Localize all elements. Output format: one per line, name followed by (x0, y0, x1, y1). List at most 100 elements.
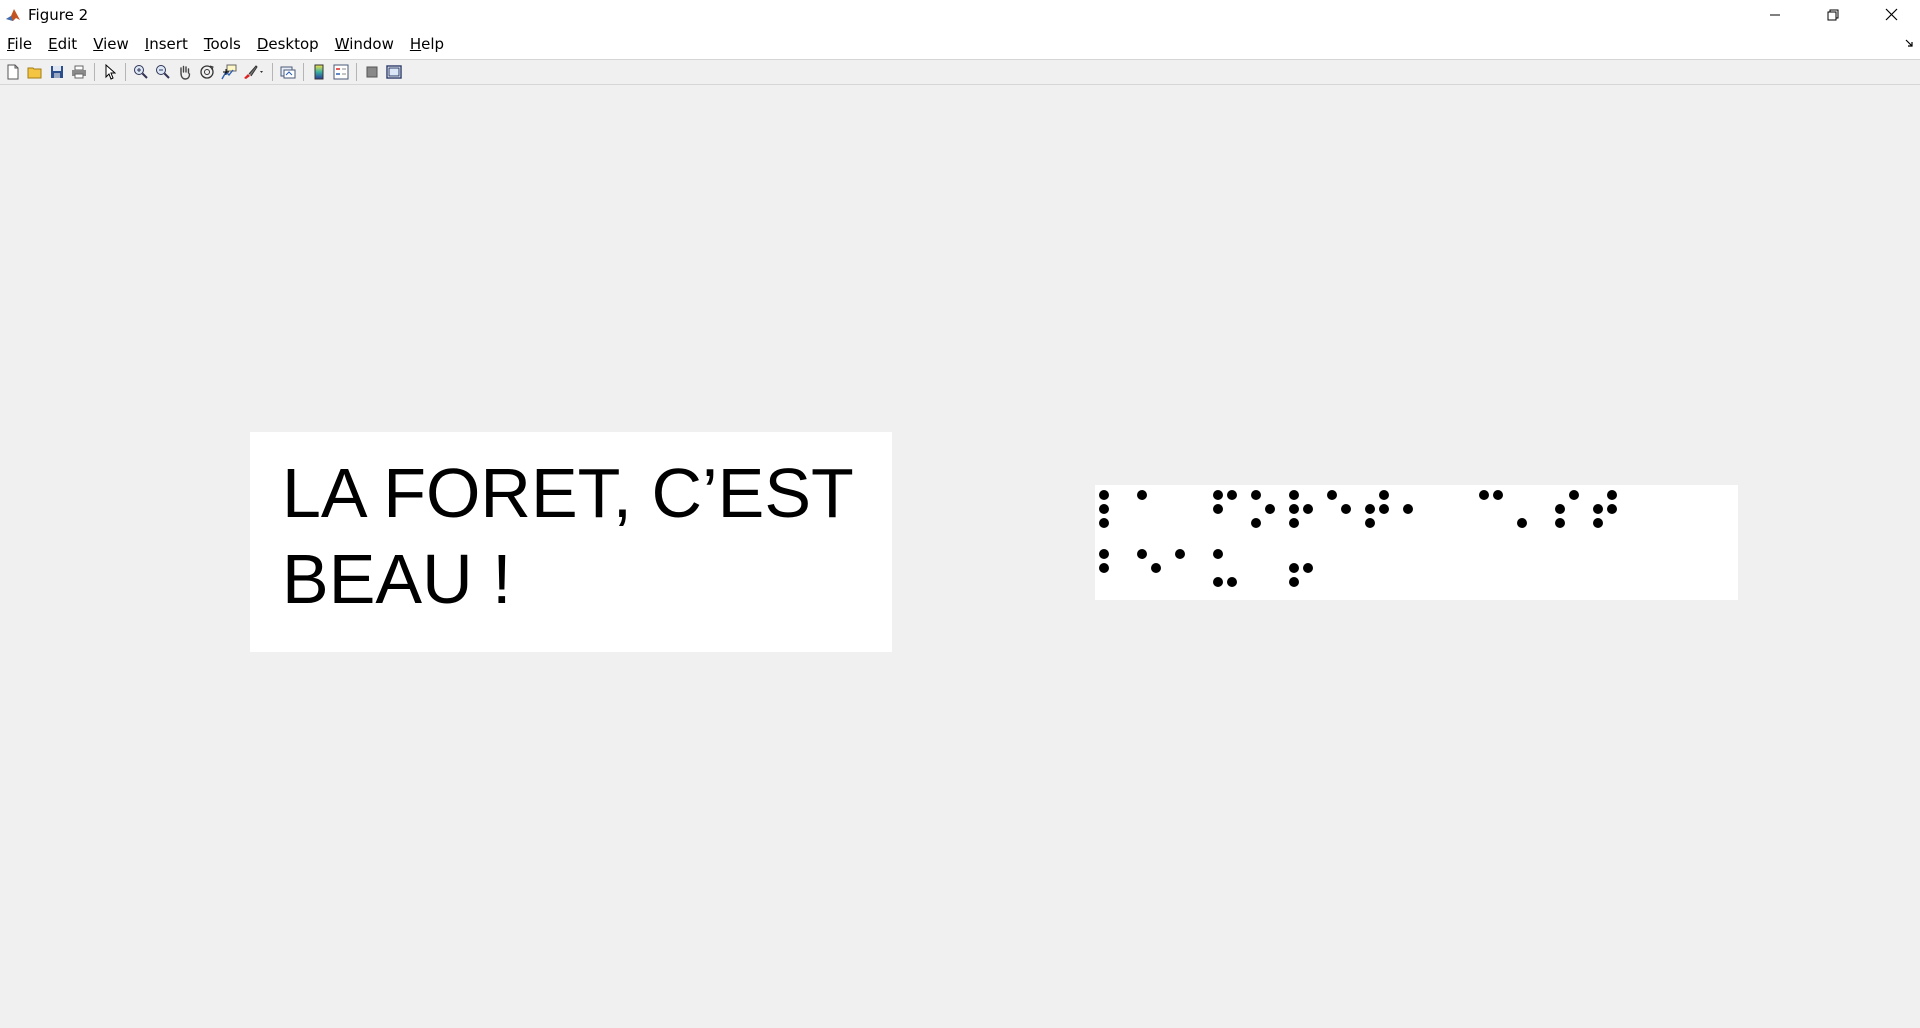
legend-icon (333, 64, 349, 80)
show-plot-tools-icon (386, 65, 402, 79)
braille-dot (1137, 549, 1147, 559)
zoom-in-button[interactable] (130, 61, 152, 83)
menu-window[interactable]: Window (327, 35, 402, 53)
menu-bar: File Edit View Insert Tools Desktop Wind… (0, 29, 1920, 59)
link-plot-button[interactable] (277, 61, 299, 83)
menu-edit[interactable]: Edit (40, 35, 85, 53)
menu-view[interactable]: View (85, 35, 137, 53)
toolbar-separator (125, 63, 126, 81)
braille-dot (1607, 504, 1617, 514)
minimize-icon (1770, 14, 1780, 15)
menu-insert[interactable]: Insert (137, 35, 196, 53)
zoom-in-icon (134, 65, 148, 79)
pan-icon (180, 65, 191, 80)
braille-dot (1289, 490, 1299, 500)
braille-dot (1341, 504, 1351, 514)
braille-dot (1593, 518, 1603, 528)
close-button[interactable] (1862, 0, 1920, 29)
data-cursor-icon (221, 64, 237, 80)
text-line-1: LA FORET, C’EST (282, 454, 854, 532)
braille-dot (1265, 504, 1275, 514)
menu-tools[interactable]: Tools (196, 35, 249, 53)
print-button[interactable] (68, 61, 90, 83)
close-icon (1885, 8, 1897, 21)
save-icon (51, 66, 63, 78)
braille-dot (1379, 490, 1389, 500)
braille-dot (1569, 490, 1579, 500)
toolbar-separator (303, 63, 304, 81)
figure-canvas: LA FORET, C’EST BEAU ! (0, 86, 1920, 1028)
matlab-logo-icon (5, 6, 21, 23)
braille-dot (1365, 504, 1375, 514)
restore-icon (1827, 9, 1839, 20)
braille-dot (1251, 518, 1261, 528)
window-controls (1746, 0, 1920, 29)
braille-dot (1099, 518, 1109, 528)
braille-dot (1327, 490, 1337, 500)
braille-dot (1555, 504, 1565, 514)
braille-dot (1213, 490, 1223, 500)
zoom-out-button[interactable] (152, 61, 174, 83)
link-plot-icon (280, 66, 296, 79)
text-line-2: BEAU ! (282, 540, 512, 618)
braille-image-panel (1095, 485, 1738, 600)
braille-dot (1227, 577, 1237, 587)
dock-arrow-icon[interactable] (1904, 38, 1914, 48)
braille-dot (1479, 490, 1489, 500)
braille-dot (1099, 549, 1109, 559)
braille-dot (1289, 518, 1299, 528)
braille-dot (1607, 490, 1617, 500)
braille-dots (1099, 490, 1617, 587)
rotate-3d-button[interactable] (196, 61, 218, 83)
braille-dot (1151, 563, 1161, 573)
text-image-panel: LA FORET, C’EST BEAU ! (250, 432, 892, 652)
edit-plot-button[interactable] (99, 61, 121, 83)
braille-dot (1175, 549, 1185, 559)
brush-icon (244, 65, 263, 79)
braille-dot (1213, 577, 1223, 587)
braille-dot (1303, 504, 1313, 514)
toolbar-separator (356, 63, 357, 81)
data-cursor-button[interactable] (218, 61, 240, 83)
braille-dot (1289, 563, 1299, 573)
braille-dot (1251, 490, 1261, 500)
toolbar-separator (272, 63, 273, 81)
minimize-button[interactable] (1746, 0, 1804, 29)
braille-dot (1365, 518, 1375, 528)
menu-help[interactable]: Help (402, 35, 452, 53)
figure-toolbar (0, 59, 1920, 85)
braille-dot (1137, 490, 1147, 500)
hide-plot-tools-button[interactable] (361, 61, 383, 83)
rotate-3d-icon (200, 65, 214, 79)
pan-button[interactable] (174, 61, 196, 83)
braille-dot (1099, 490, 1109, 500)
braille-dot (1303, 563, 1313, 573)
braille-dot (1289, 504, 1299, 514)
braille-dot (1493, 490, 1503, 500)
braille-dot (1213, 504, 1223, 514)
new-figure-button[interactable] (2, 61, 24, 83)
insert-legend-button[interactable] (330, 61, 352, 83)
braille-dot (1555, 518, 1565, 528)
restore-button[interactable] (1804, 0, 1862, 29)
braille-dot (1379, 504, 1389, 514)
brush-button[interactable] (240, 61, 268, 83)
hide-plot-tools-icon (366, 66, 378, 78)
title-bar: Figure 2 (0, 0, 1920, 29)
window-title: Figure 2 (28, 5, 89, 24)
open-file-button[interactable] (24, 61, 46, 83)
save-button[interactable] (46, 61, 68, 83)
braille-dot (1099, 563, 1109, 573)
braille-dot (1403, 504, 1413, 514)
toolbar-separator (94, 63, 95, 81)
braille-dot (1227, 490, 1237, 500)
print-icon (72, 65, 86, 79)
show-plot-tools-button[interactable] (383, 61, 405, 83)
edit-plot-icon (105, 64, 116, 80)
braille-dot (1593, 504, 1603, 514)
menu-file[interactable]: File (0, 35, 40, 53)
zoom-out-icon (156, 65, 170, 79)
colorbar-icon (314, 64, 324, 80)
insert-colorbar-button[interactable] (308, 61, 330, 83)
menu-desktop[interactable]: Desktop (249, 35, 327, 53)
